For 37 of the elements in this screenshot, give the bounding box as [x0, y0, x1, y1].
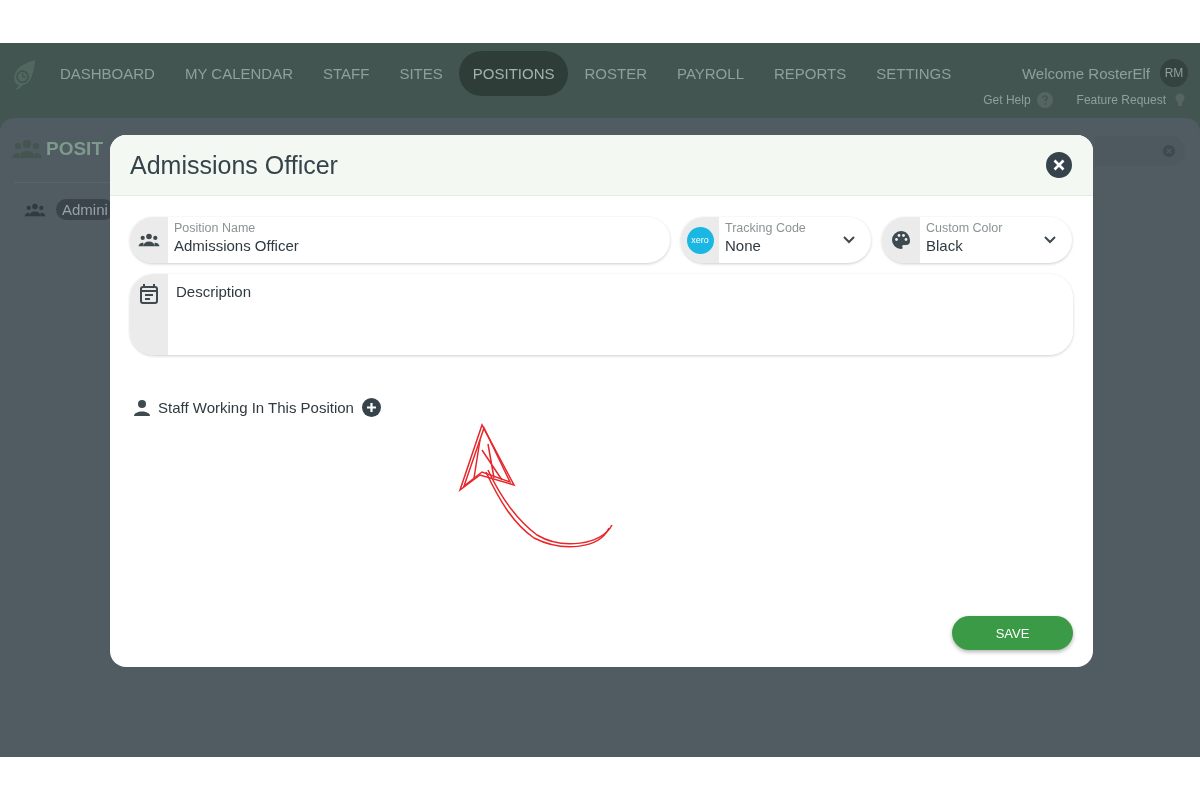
close-button[interactable] — [1046, 152, 1072, 178]
get-help-link[interactable]: Get Help — [983, 93, 1031, 107]
nav-tab[interactable]: MY CALENDAR — [170, 51, 308, 96]
position-name-field[interactable]: Position Name Admissions Officer — [130, 217, 670, 263]
description-field[interactable]: Description — [130, 274, 1073, 355]
page-heading: POSIT — [46, 138, 103, 160]
field-value: Black — [926, 237, 964, 254]
chevron-down-icon — [1044, 236, 1056, 244]
custom-color-dropdown[interactable]: Custom Color Black — [882, 217, 1072, 263]
nav-tab[interactable]: ROSTER — [570, 51, 661, 96]
nav-tab[interactable]: DASHBOARD — [45, 51, 169, 96]
save-button[interactable]: SAVE — [952, 616, 1073, 650]
feature-request-link[interactable]: Feature Request — [1076, 93, 1166, 107]
field-value: None — [725, 237, 762, 254]
field-value: Admissions Officer — [174, 237, 300, 254]
welcome-text: Welcome RosterElf — [1021, 64, 1150, 82]
xero-logo-icon: xero — [686, 226, 714, 254]
nav-tab[interactable]: PAYROLL — [663, 51, 758, 96]
nav-tab[interactable]: STAFF — [309, 51, 384, 96]
nav-tab[interactable]: SITES — [385, 51, 457, 96]
people-icon — [138, 233, 160, 247]
field-label: Position Name — [174, 221, 257, 235]
user-avatar[interactable]: RM — [1160, 59, 1188, 87]
palette-icon — [892, 231, 910, 249]
nav-tab[interactable]: SETTINGS — [862, 51, 966, 96]
tracking-code-dropdown[interactable]: xero Tracking Code None — [681, 217, 871, 263]
chevron-down-icon — [843, 236, 855, 244]
field-label: Custom Color — [926, 221, 1004, 235]
nav-tab[interactable]: POSITIONS — [458, 51, 569, 96]
field-label: Tracking Code — [725, 221, 807, 235]
notes-icon — [140, 284, 158, 304]
person-icon — [134, 399, 150, 416]
staff-section-label: Staff Working In This Position — [158, 399, 354, 416]
people-icon — [24, 202, 46, 217]
nav-tab[interactable]: REPORTS — [760, 51, 861, 96]
modal-title: Admissions Officer — [130, 150, 338, 180]
add-button[interactable] — [361, 398, 381, 417]
